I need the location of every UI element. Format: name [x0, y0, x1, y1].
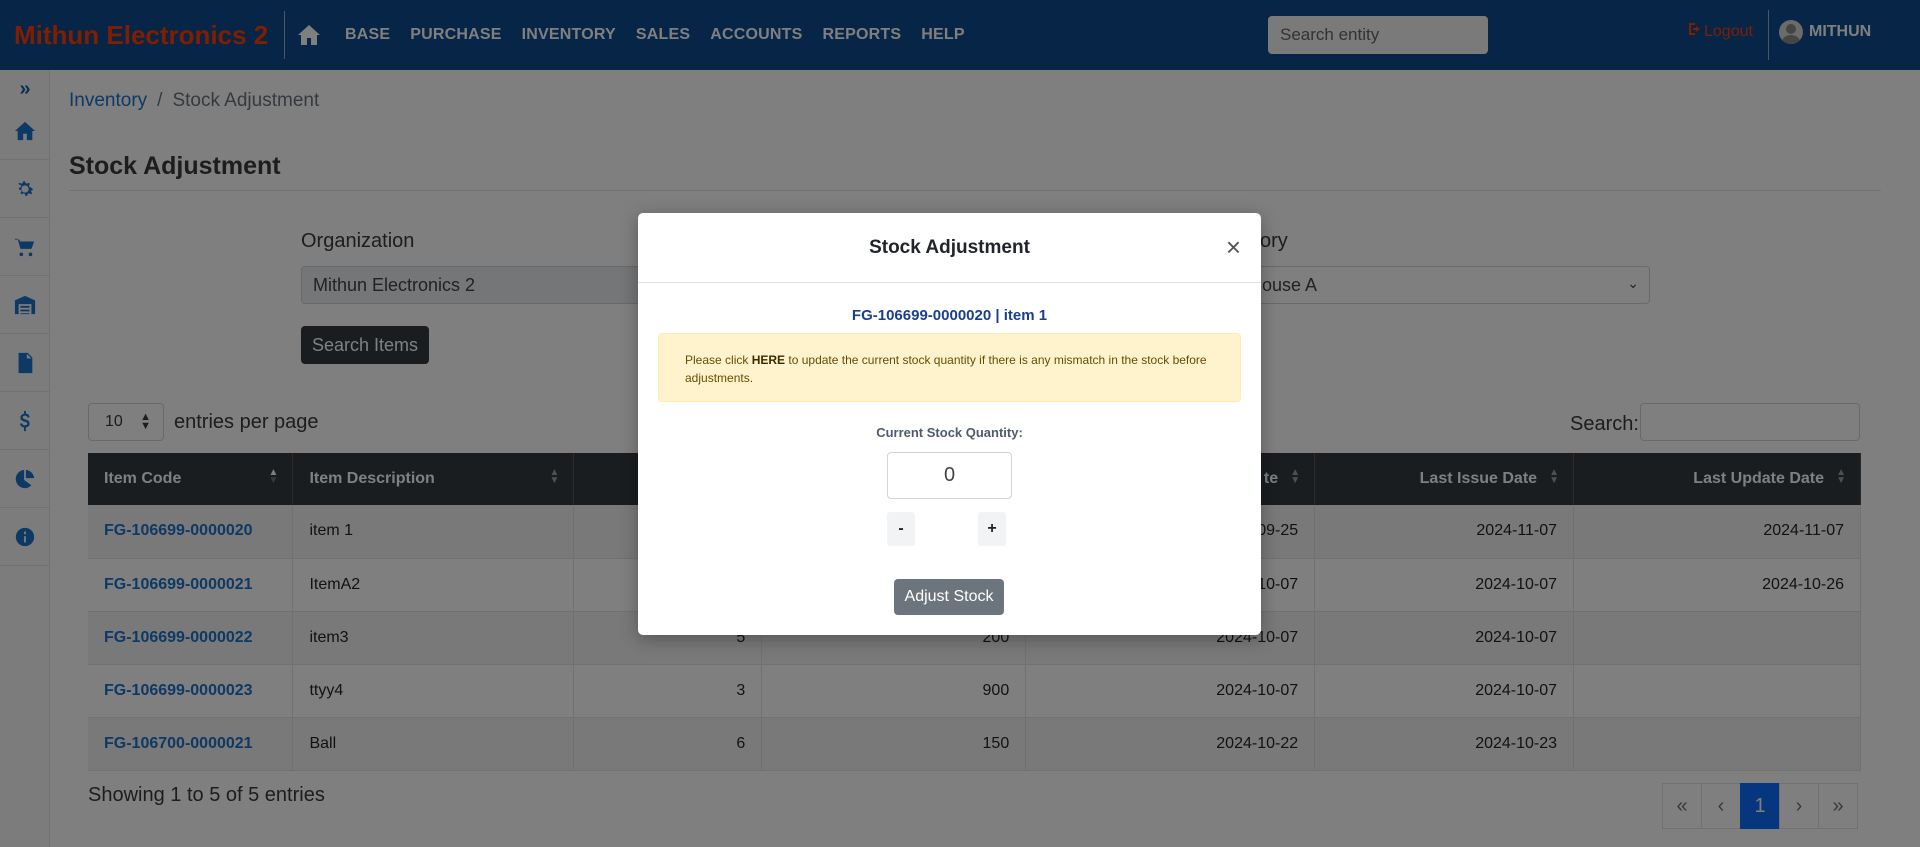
current-stock-label: Current Stock Quantity: — [876, 425, 1023, 440]
alert-here-link[interactable]: HERE — [752, 353, 785, 367]
increment-button[interactable]: + — [978, 512, 1006, 546]
current-stock-input[interactable]: 0 — [887, 452, 1012, 499]
modal-title: Stock Adjustment — [869, 237, 1030, 258]
stock-mismatch-alert: Please click HERE to update the current … — [658, 333, 1241, 402]
modal-item-label: FG-106699-0000020 | item 1 — [851, 307, 1048, 324]
stock-adjustment-modal: Stock Adjustment × FG-106699-0000020 | i… — [638, 213, 1261, 635]
decrement-button[interactable]: - — [887, 512, 915, 546]
alert-prefix: Please click — [685, 353, 752, 367]
modal-header: Stock Adjustment × — [638, 213, 1261, 283]
adjust-stock-button[interactable]: Adjust Stock — [894, 579, 1004, 615]
close-icon[interactable]: × — [1226, 234, 1241, 260]
